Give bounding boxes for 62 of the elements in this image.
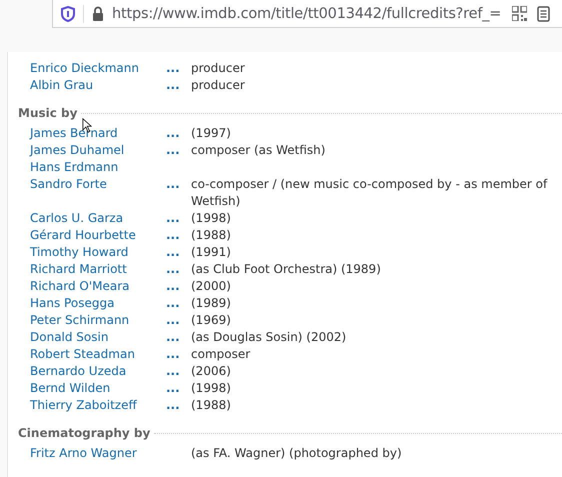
ellipsis-link[interactable]: ... (166, 347, 180, 361)
ellipsis-link[interactable]: ... (166, 228, 180, 242)
lock-icon (92, 6, 104, 21)
person-link[interactable]: Fritz Arno Wagner (30, 446, 137, 460)
credit-text: (as Douglas Sosin) (2002) (191, 330, 346, 344)
person-link[interactable]: James Bernard (30, 126, 118, 140)
credit-text: co-composer / (new music co-composed by - as member of Wetfish) (191, 177, 548, 208)
credit-text: (1998) (191, 211, 231, 225)
credit-text: (1997) (191, 126, 231, 140)
credit-text: (1989) (191, 296, 231, 310)
ellipsis-link[interactable]: ... (166, 262, 180, 276)
person-link[interactable]: Gérard Hourbette (30, 228, 136, 242)
person-link[interactable]: James Duhamel (30, 143, 124, 157)
ellipsis-link[interactable]: ... (166, 211, 180, 225)
qr-code-icon[interactable] (512, 6, 527, 21)
shield-icon[interactable] (61, 6, 75, 22)
reader-view-icon[interactable] (537, 6, 550, 22)
person-link[interactable]: Timothy Howard (30, 245, 128, 259)
credit-text: (1988) (191, 398, 231, 412)
person-link[interactable]: Thierry Zaboitzeff (30, 398, 137, 412)
section-heading: Music by (18, 106, 78, 120)
ellipsis-link[interactable]: ... (166, 381, 180, 395)
credit-text: (1998) (191, 381, 231, 395)
url-text: https://www.imdb.com/title/tt0013442/fullcredits?ref_= (112, 6, 502, 22)
person-link[interactable]: Bernd Wilden (30, 381, 110, 395)
credit-text: (as FA. Wagner) (photographed by) (191, 446, 402, 460)
person-link[interactable]: Robert Steadman (30, 347, 135, 361)
section-heading: Cinematography by (18, 426, 150, 440)
person-link[interactable]: Hans Erdmann (30, 160, 118, 174)
person-link[interactable]: Peter Schirmann (30, 313, 130, 327)
person-link[interactable]: Richard Marriott (30, 262, 127, 276)
person-link[interactable]: Hans Posegga (30, 296, 114, 310)
person-link[interactable]: Carlos U. Garza (30, 211, 124, 225)
credit-text: producer (191, 78, 245, 92)
person-link[interactable]: Richard O'Meara (30, 279, 130, 293)
ellipsis-link[interactable]: ... (166, 313, 180, 327)
credit-text: composer (191, 347, 250, 361)
person-link[interactable]: Enrico Dieckmann (30, 61, 139, 75)
ellipsis-link[interactable]: ... (166, 398, 180, 412)
ellipsis-link[interactable]: ... (166, 177, 180, 191)
credit-text: composer (as Wetfish) (191, 143, 326, 157)
address-bar[interactable]: https://www.imdb.com/title/tt0013442/fullcredits?ref_= (52, 0, 562, 28)
credit-text: producer (191, 61, 245, 75)
credit-text: (as Club Foot Orchestra) (1989) (191, 262, 381, 276)
ellipsis-link[interactable]: ... (166, 330, 180, 344)
credit-text: (2006) (191, 364, 231, 378)
person-link[interactable]: Sandro Forte (30, 177, 107, 191)
credit-text: (2000) (191, 279, 231, 293)
person-link[interactable]: Albin Grau (30, 78, 94, 92)
ellipsis-link[interactable]: ... (166, 143, 180, 157)
ellipsis-link[interactable]: ... (166, 61, 180, 75)
ellipsis-link[interactable]: ... (166, 279, 180, 293)
ellipsis-link[interactable]: ... (166, 126, 180, 140)
ellipsis-link[interactable]: ... (166, 78, 180, 92)
credit-text: (1969) (191, 313, 231, 327)
person-link[interactable]: Donald Sosin (30, 330, 108, 344)
ellipsis-link[interactable]: ... (166, 245, 180, 259)
credit-text: (1988) (191, 228, 231, 242)
person-link[interactable]: Bernardo Uzeda (30, 364, 126, 378)
ellipsis-link[interactable]: ... (166, 296, 180, 310)
credit-text: (1991) (191, 245, 231, 259)
ellipsis-link[interactable]: ... (166, 364, 180, 378)
